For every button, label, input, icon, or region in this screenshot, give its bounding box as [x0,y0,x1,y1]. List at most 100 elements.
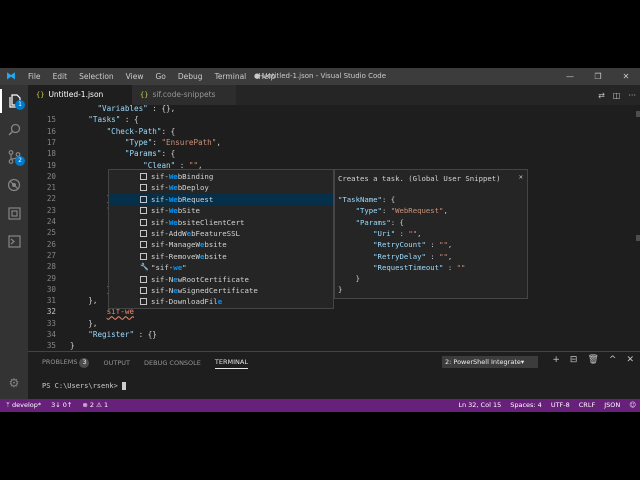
suggestion-label: sif-WebSite [151,206,200,216]
suggestion-item[interactable]: sif-NewSignedCertificate [109,285,333,296]
menu-help[interactable]: Help [252,68,281,85]
tab-debug-console[interactable]: DEBUG CONSOLE [144,359,201,367]
snippet-icon [140,218,147,226]
indentation[interactable]: Spaces: 4 [510,399,542,412]
line-number: 32 [46,307,56,317]
tab-sif-code-snippets[interactable]: {} sif.code-snippets [132,85,236,105]
suggestion-item[interactable]: sif-WebDeploy [109,182,333,193]
line-number: 33 [46,318,56,328]
scrollbar-marker [636,111,640,117]
suggestion-label: sif-RemoveWebsite [151,251,227,261]
code-text: }, [70,296,98,306]
tab-label: sif.code-snippets [152,90,216,99]
menu-file[interactable]: File [22,68,47,85]
explorer-icon[interactable]: 1 [0,89,28,113]
code-text: } [70,341,75,351]
suggestion-item[interactable]: sif-NewRootCertificate [109,274,333,285]
search-icon[interactable] [0,117,28,141]
suggestion-item[interactable]: sif-WebRequest [109,193,333,206]
window-controls: — ❐ ✕ [556,68,640,85]
settings-gear-icon[interactable]: ⚙ [0,371,28,395]
feedback-icon[interactable]: ☺ [629,399,636,412]
close-panel-icon[interactable]: ✕ [626,355,634,365]
suggestion-item[interactable]: sif-WebBinding [109,171,333,182]
suggestion-label: sif-ManageWebsite [151,240,227,250]
line-ending[interactable]: CRLF [579,399,595,412]
remote-explorer-icon[interactable] [0,229,28,253]
split-editor-icon[interactable]: ◫ [613,91,621,100]
line-number: 16 [46,126,56,136]
terminal-prompt: PS C:\Users\rsenk> [42,382,118,390]
json-file-icon: {} [140,91,149,99]
suggestion-item[interactable]: sif-RemoveWebsite [109,251,333,262]
code-line[interactable]: 17 "Type": "EnsurePath", [28,137,628,148]
branch-status[interactable]: ᛘ develop* [6,399,41,412]
code-line[interactable]: 16 "Check-Path": { [28,126,628,137]
code-text: "Tasks" : { [88,115,139,125]
suggestion-item[interactable]: sif-AddWebFeatureSSL [109,228,333,239]
maximize-panel-icon[interactable]: ^ [609,355,617,365]
terminal-select[interactable]: 2: PowerShell Integrate▾ [442,356,538,368]
code-line[interactable]: 15 "Tasks" : { [28,114,628,125]
tab-output[interactable]: OUTPUT [103,359,130,367]
new-terminal-icon[interactable]: + [552,355,560,365]
suggestion-item[interactable]: sif-WebSite [109,205,333,216]
restore-button[interactable]: ❐ [584,68,612,85]
debug-icon[interactable] [0,173,28,197]
line-number: 34 [46,330,56,339]
suggestion-label: sif-WebBinding [151,172,214,181]
split-terminal-icon[interactable]: ⊟ [570,355,578,365]
tab-terminal[interactable]: TERMINAL [214,358,248,369]
terminal-output[interactable]: PS C:\Users\rsenk> [42,382,127,390]
menu-view[interactable]: View [120,68,150,85]
menu-terminal[interactable]: Terminal [209,68,253,85]
panel-actions: + ⊟ 🗑 ^ ✕ [552,355,634,365]
suggest-widget[interactable]: sif-WebBinding sif-WebDeploy sif-WebReques… [108,169,334,309]
menu-go[interactable]: Go [149,68,171,85]
snippet-preview-line: "RequestTimeout" : "" [373,262,466,272]
minimize-button[interactable]: — [556,68,584,85]
suggest-details: Creates a task. (Global User Snippet) ✕ … [334,169,528,299]
terminal-cursor [122,382,127,390]
menu-selection[interactable]: Selection [73,68,120,85]
code-line[interactable]: 33 }, [28,318,628,329]
language-mode[interactable]: JSON [604,399,620,412]
extensions-icon[interactable] [0,201,28,225]
code-line[interactable]: "Variables" : {}, [28,105,628,114]
suggestion-item[interactable]: 🔧 "sif-we" [109,262,333,273]
more-actions-icon[interactable]: ··· [628,91,636,100]
snippet-preview-line: "Params": { [355,217,404,227]
suggestion-label: sif-NewSignedCertificate [151,286,258,295]
kill-terminal-icon[interactable]: 🗑 [587,355,598,365]
line-number: 27 [46,250,56,260]
suggestion-item[interactable]: sif-DownloadFile [109,296,333,307]
problems-status[interactable]: ⊗ 2 ⚠ 1 [82,399,108,412]
line-number: 17 [46,137,56,147]
code-line[interactable]: 18 "Params": { [28,148,628,159]
snippet-description: Creates a task. (Global User Snippet) [338,174,501,183]
close-details-icon[interactable]: ✕ [519,173,523,181]
property-wrench-icon: 🔧 [140,263,149,272]
open-changes-icon[interactable]: ⇄ [598,91,605,100]
sync-status[interactable]: 3↓ 0↑ [51,399,72,412]
suggestion-label: sif-WebDeploy [151,183,209,193]
menu-edit[interactable]: Edit [47,68,74,85]
menu-debug[interactable]: Debug [172,68,209,85]
close-button[interactable]: ✕ [612,68,640,85]
suggestion-item[interactable]: sif-ManageWebsite [109,239,333,250]
cursor-position[interactable]: Ln 32, Col 15 [458,399,501,412]
scm-badge: 2 [15,156,25,166]
tab-untitled-1[interactable]: {} Untitled-1.json [28,85,132,105]
code-text: "Type": "EnsurePath", [124,137,221,147]
suggestion-item[interactable]: sif-WebsiteClientCert [109,217,333,228]
tab-problems[interactable]: PROBLEMS 3 [42,358,90,368]
source-control-icon[interactable]: 2 [0,145,28,169]
snippet-preview-line: "Uri" : "", [373,228,422,238]
line-number: 23 [46,205,56,215]
code-line[interactable]: 35} [28,340,628,351]
code-line[interactable]: 34 "Register" : {} [28,329,628,340]
vscode-logo-icon: ⧓ [6,71,16,82]
line-number: 28 [46,262,56,272]
encoding[interactable]: UTF-8 [551,399,570,412]
snippet-preview-line: "TaskName": { [338,195,396,204]
